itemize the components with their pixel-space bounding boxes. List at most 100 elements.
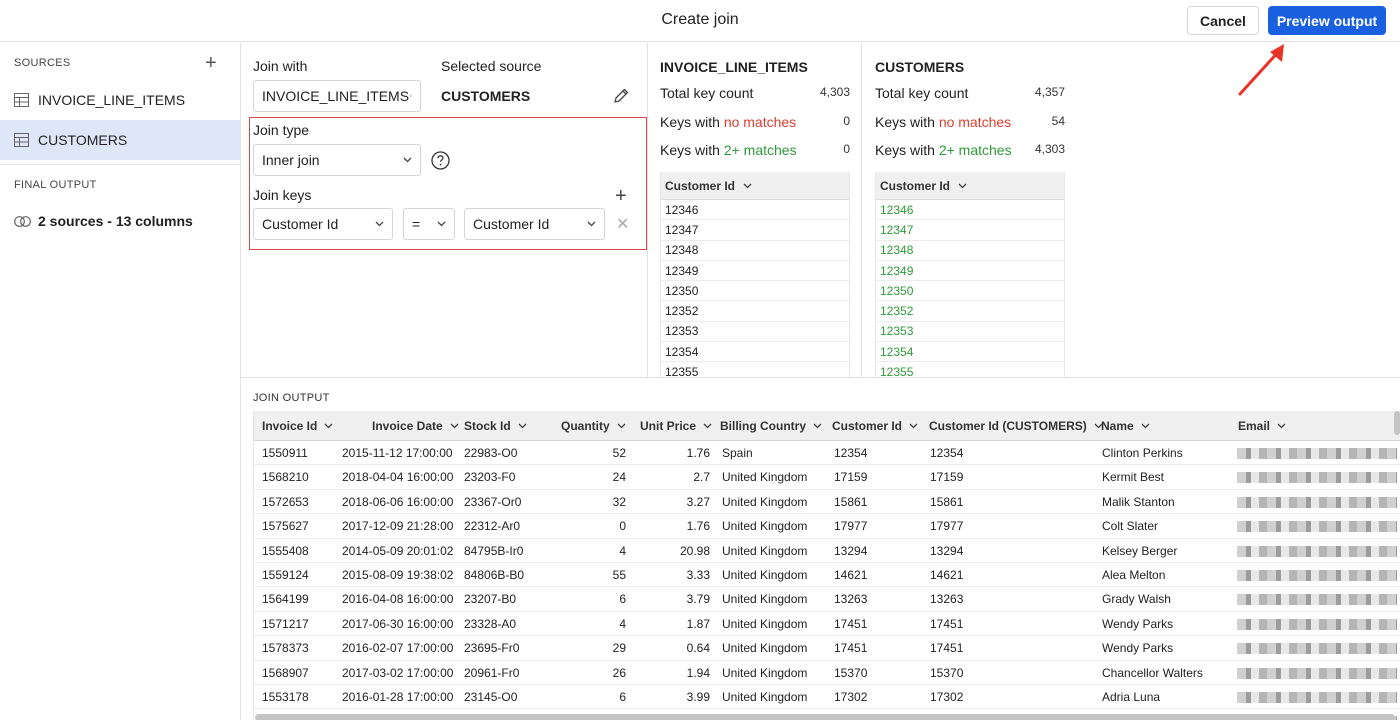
stat-label: Keys with 2+ matches xyxy=(660,142,797,158)
redacted-email xyxy=(1237,570,1397,581)
left-key-value: Customer Id xyxy=(262,216,339,232)
column-header[interactable]: Name xyxy=(1101,411,1150,441)
table-cell: United Kingdom xyxy=(722,568,808,582)
redacted-email xyxy=(1237,496,1397,508)
table-row[interactable]: 1572653 2018-06-06 16:00:00 23367-Or0 32 3.2… xyxy=(254,490,1400,515)
column-header[interactable]: Stock Id xyxy=(464,411,527,441)
table-cell: 2016-04-08 16:00:00 xyxy=(342,592,454,607)
column-header-label: Stock Id xyxy=(464,419,511,433)
key-list-table[interactable]: Customer Id 12346 12347 12348 12349 1235… xyxy=(660,172,850,377)
table-row[interactable]: 1564199 2016-04-08 16:00:00 23207-B0 6 3.79 U… xyxy=(254,587,1400,612)
table-row[interactable]: 1568210 2018-04-04 16:00:00 23203-F0 24 2.7 U… xyxy=(254,465,1400,490)
redacted-email xyxy=(1237,618,1397,630)
horizontal-scrollbar[interactable] xyxy=(255,714,1395,720)
table-cell: 22983-O0 xyxy=(464,446,518,460)
help-question-icon[interactable] xyxy=(431,151,450,170)
table-cell: 24 xyxy=(612,470,626,485)
stat-value: 4,357 xyxy=(1034,85,1065,99)
list-item: 12350 xyxy=(876,281,1064,302)
remove-key-close-icon[interactable]: ✕ xyxy=(616,217,629,233)
table-row[interactable]: 1555408 2014-05-09 20:01:02 84795B-Ir0 4 20.… xyxy=(254,539,1400,563)
table-row[interactable]: 1553178 2016-01-28 17:00:00 23145-O0 6 3.99 U… xyxy=(254,685,1400,710)
join-output-heading: JOIN OUTPUT xyxy=(253,392,330,404)
list-item: 12353 xyxy=(876,322,1064,343)
table-cell: Spain xyxy=(722,446,753,460)
chevron-down-icon xyxy=(518,423,527,429)
chevron-down-icon xyxy=(909,423,918,429)
column-header[interactable]: Customer Id xyxy=(832,411,918,441)
join-output-panel: JOIN OUTPUT Invoice Id Invoice Date Stock … xyxy=(241,377,1400,720)
stat-prefix: Keys with xyxy=(875,142,939,158)
table-row[interactable]: 1578373 2016-02-07 17:00:00 23695-Fr0 29 0.6… xyxy=(254,636,1400,661)
table-cell: 23328-A0 xyxy=(464,616,517,631)
table-cell: 2018-06-06 16:00:00 xyxy=(342,494,454,509)
table-cell: Grady Walsh xyxy=(1102,592,1171,607)
table-icon xyxy=(14,133,29,147)
list-item: 12352 xyxy=(876,301,1064,322)
table-cell: 1571217 xyxy=(262,616,309,631)
redacted-email xyxy=(1237,667,1397,679)
column-header[interactable]: Billing Country xyxy=(720,411,822,441)
join-output-grid[interactable]: Invoice Id Invoice Date Stock Id Quantity Un… xyxy=(253,411,1400,720)
operator-dropdown[interactable]: = xyxy=(403,208,455,240)
add-source-plus-icon[interactable]: + xyxy=(205,53,217,73)
sidebar-item-customers[interactable]: CUSTOMERS xyxy=(0,120,240,160)
list-item: 12348 xyxy=(876,241,1064,261)
column-header[interactable]: Invoice Date xyxy=(372,411,459,441)
table-cell: 0.64 xyxy=(686,641,710,656)
panel-title: INVOICE_LINE_ITEMS xyxy=(660,59,808,75)
table-cell: United Kingdom xyxy=(722,470,808,485)
sidebar-item-invoice-line-items[interactable]: INVOICE_LINE_ITEMS xyxy=(0,80,240,120)
table-cell: 3.33 xyxy=(686,568,710,582)
grid-header: Invoice Id Invoice Date Stock Id Quantity Un… xyxy=(254,411,1400,441)
list-item: 12353 xyxy=(661,322,849,343)
table-cell: 23207-B0 xyxy=(464,592,517,607)
column-header-label: Quantity xyxy=(561,419,610,433)
sources-sidebar: SOURCES + INVOICE_LINE_ITEMS CUSTOMERS F… xyxy=(0,43,241,720)
table-cell: 84795B-Ir0 xyxy=(464,543,524,558)
left-key-dropdown[interactable]: Customer Id xyxy=(253,208,393,240)
column-header[interactable]: Customer Id (CUSTOMERS) xyxy=(929,411,1103,441)
stat-label: Keys with no matches xyxy=(875,114,1011,130)
right-key-dropdown[interactable]: Customer Id xyxy=(464,208,605,240)
table-cell: 1564199 xyxy=(262,592,309,607)
redacted-email xyxy=(1237,472,1397,484)
column-header[interactable]: Quantity xyxy=(561,411,626,441)
join-with-dropdown[interactable]: INVOICE_LINE_ITEMS xyxy=(253,80,421,112)
table-row[interactable]: 1568907 2017-03-02 17:00:00 20961-Fr0 26 1.9… xyxy=(254,661,1400,685)
key-list-table[interactable]: Customer Id 12346 12347 12348 12349 1235… xyxy=(875,172,1065,377)
table-cell: 3.99 xyxy=(686,690,710,704)
join-circles-icon xyxy=(14,215,31,227)
final-output-item[interactable]: 2 sources - 13 columns xyxy=(14,213,193,229)
join-type-dropdown[interactable]: Inner join xyxy=(253,144,421,176)
sources-heading: SOURCES xyxy=(14,57,71,69)
vertical-scrollbar[interactable] xyxy=(1394,411,1400,435)
column-header-label: Customer Id xyxy=(832,419,903,433)
column-header[interactable]: Invoice Id xyxy=(262,411,333,441)
pencil-edit-icon[interactable] xyxy=(612,87,630,105)
table-row[interactable]: 1571217 2017-06-30 16:00:00 23328-A0 4 1.87 U… xyxy=(254,612,1400,637)
column-header[interactable]: Email xyxy=(1238,411,1286,441)
no-matches-row: Keys with no matches 54 xyxy=(875,114,1065,130)
table-cell: Kermit Best xyxy=(1102,470,1165,485)
redacted-email xyxy=(1237,521,1397,533)
chevron-down-icon xyxy=(375,221,384,227)
table-row[interactable]: 1559124 2015-08-09 19:38:02 84806B-B0 55 3.3… xyxy=(254,563,1400,588)
list-item: 12354 xyxy=(661,342,849,363)
join-keys-label: Join keys xyxy=(253,187,312,203)
cancel-button[interactable]: Cancel xyxy=(1187,6,1259,35)
join-config-panel: Join with INVOICE_LINE_ITEMS Selected so… xyxy=(241,43,648,377)
preview-output-button[interactable]: Preview output xyxy=(1268,6,1386,35)
table-row[interactable]: 1575627 2017-12-09 21:28:00 22312-Ar0 0 1.76… xyxy=(254,514,1400,539)
table-cell: 0 xyxy=(619,519,626,534)
table-cell: 14621 xyxy=(834,568,868,582)
column-header[interactable]: Unit Price xyxy=(640,411,712,441)
add-key-plus-icon[interactable]: + xyxy=(615,186,627,206)
chevron-down-icon xyxy=(1277,423,1286,429)
column-header-label: Invoice Date xyxy=(372,419,443,433)
table-cell: 15370 xyxy=(834,665,868,680)
table-cell: 2017-03-02 17:00:00 xyxy=(342,665,454,680)
column-header[interactable]: Customer Id xyxy=(876,172,1064,200)
table-row[interactable]: 1550911 2015-11-12 17:00:00 22983-O0 52 1.76… xyxy=(254,441,1400,466)
column-header[interactable]: Customer Id xyxy=(661,172,849,200)
